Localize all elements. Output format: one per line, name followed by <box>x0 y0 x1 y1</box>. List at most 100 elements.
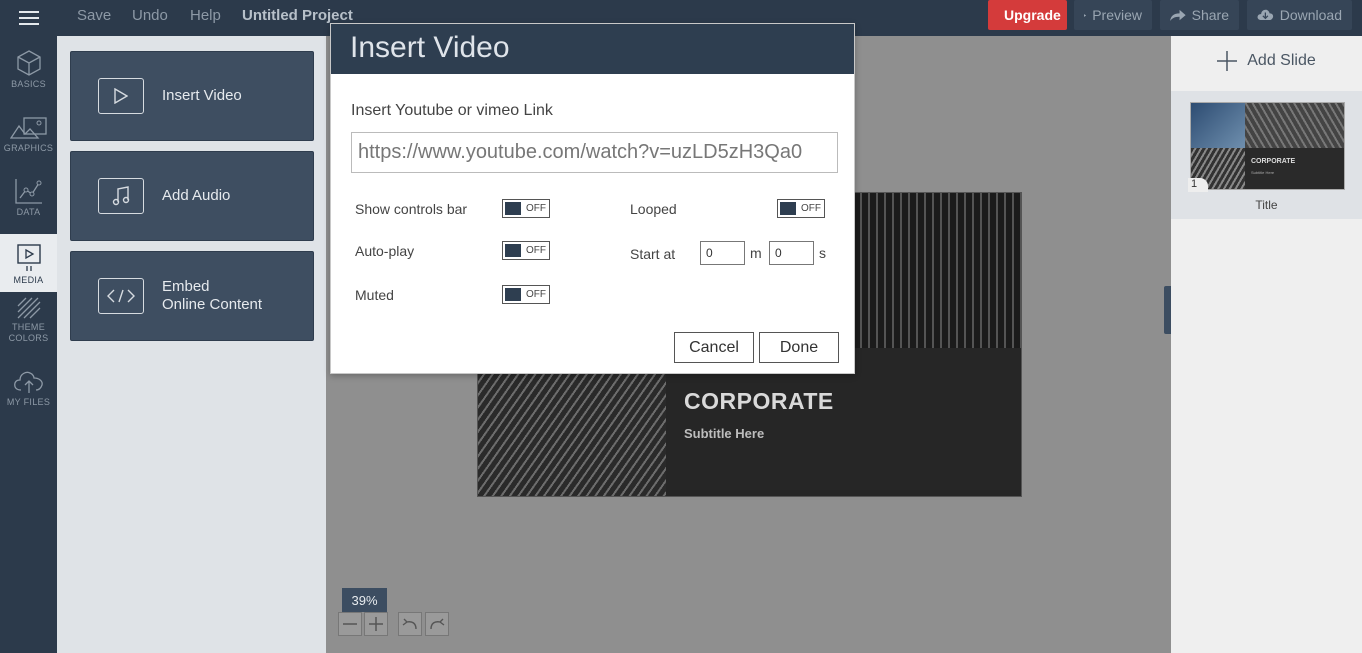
add-audio-card[interactable]: Add Audio <box>70 151 314 241</box>
play-small-icon <box>1084 13 1087 17</box>
toggle-knob <box>505 202 521 215</box>
embed-content-label: Embed Online Content <box>162 278 262 314</box>
add-audio-label: Add Audio <box>162 187 231 204</box>
share-button[interactable]: Share <box>1160 0 1239 30</box>
show-controls-toggle[interactable]: OFF <box>502 199 550 218</box>
upgrade-label: Upgrade <box>1004 7 1061 23</box>
help-link[interactable]: Help <box>190 7 221 24</box>
looped-toggle[interactable]: OFF <box>777 199 825 218</box>
minutes-unit: m <box>750 245 762 261</box>
looped-label: Looped <box>630 201 677 217</box>
redo-button[interactable] <box>425 612 449 636</box>
music-note-icon <box>98 178 144 214</box>
slides-panel: Add Slide CORPORATE Subtitle Here 1 Titl… <box>1171 36 1362 653</box>
media-panel: Insert Video Add Audio Embed Online Conte… <box>57 36 326 653</box>
zoom-out-button[interactable] <box>338 612 362 636</box>
video-url-input[interactable] <box>351 132 838 173</box>
done-button[interactable]: Done <box>759 332 839 363</box>
muted-label: Muted <box>355 287 394 303</box>
slide-subtitle[interactable]: Subtitle Here <box>684 426 764 441</box>
link-label: Insert Youtube or vimeo Link <box>351 102 553 119</box>
zoom-level: 39% <box>342 588 387 612</box>
rail-label-theme-line1: THEME <box>12 322 45 332</box>
rail-label-my-files: MY FILES <box>6 397 51 407</box>
autoplay-toggle[interactable]: OFF <box>502 241 550 260</box>
share-arrow-icon <box>1170 9 1186 21</box>
start-at-label: Start at <box>630 246 676 262</box>
play-icon <box>98 78 144 114</box>
toggle-state: OFF <box>801 203 821 214</box>
cloud-download-icon <box>1257 9 1274 21</box>
insert-video-dialog: Insert Video Insert Youtube or vimeo Lin… <box>330 23 855 374</box>
redo-icon <box>430 618 445 630</box>
download-button[interactable]: Download <box>1247 0 1352 30</box>
start-seconds-input[interactable] <box>769 241 814 265</box>
insert-video-card[interactable]: Insert Video <box>70 51 314 141</box>
rail-label-theme-line2: COLORS <box>8 333 49 343</box>
autoplay-label: Auto-play <box>355 243 415 259</box>
chart-icon <box>14 179 42 204</box>
save-link[interactable]: Save <box>77 7 111 24</box>
slide-number: 1 <box>1188 178 1208 192</box>
cube-icon <box>16 50 41 76</box>
rail-label-graphics: GRAPHICS <box>3 143 54 153</box>
toggle-knob <box>780 202 796 215</box>
hamburger-menu-button[interactable] <box>0 0 57 36</box>
image-icon <box>9 117 47 139</box>
toggle-state: OFF <box>526 245 546 256</box>
cloud-upload-icon <box>13 371 43 393</box>
embed-line2: Online Content <box>162 296 263 313</box>
code-icon <box>98 278 144 314</box>
toggle-knob <box>505 288 521 301</box>
thumb-title-panel <box>1245 148 1344 189</box>
rail-label-theme: THEME COLORS <box>9 322 49 344</box>
rail-label-basics: BASICS <box>11 79 46 89</box>
add-slide-label: Add Slide <box>1247 52 1316 69</box>
pattern-icon <box>17 297 40 319</box>
plus-icon <box>369 617 383 631</box>
project-title[interactable]: Untitled Project <box>242 7 353 24</box>
seconds-unit: s <box>819 245 826 261</box>
undo-link[interactable]: Undo <box>132 7 168 24</box>
add-slide-button[interactable]: Add Slide <box>1171 36 1362 86</box>
slide-thumbnail[interactable]: CORPORATE Subtitle Here <box>1190 102 1345 190</box>
rail-item-theme-colors[interactable]: THEME COLORS <box>0 292 57 350</box>
share-label: Share <box>1191 7 1229 23</box>
rail-item-my-files[interactable]: MY FILES <box>0 356 57 414</box>
thumb-subtitle: Subtitle Here <box>1251 170 1275 175</box>
toggle-knob <box>505 244 521 257</box>
start-minutes-input[interactable] <box>700 241 745 265</box>
minus-icon <box>343 623 357 625</box>
insert-video-label: Insert Video <box>162 87 242 104</box>
plus-icon <box>1217 51 1238 71</box>
rail-item-basics[interactable]: BASICS <box>0 38 57 96</box>
thumb-title: CORPORATE <box>1251 158 1296 165</box>
thumb-image-1 <box>1191 103 1245 148</box>
rail-label-data: DATA <box>16 207 41 217</box>
left-rail: BASICS GRAPHICS DATA MEDIA THEME COLORS M… <box>0 36 57 653</box>
dialog-header: Insert Video <box>331 24 854 74</box>
muted-toggle[interactable]: OFF <box>502 285 550 304</box>
slide-title[interactable]: CORPORATE <box>684 388 834 415</box>
upgrade-button[interactable]: Upgrade <box>988 0 1067 30</box>
embed-content-card[interactable]: Embed Online Content <box>70 251 314 341</box>
rail-item-data[interactable]: DATA <box>0 166 57 224</box>
undo-button[interactable] <box>398 612 422 636</box>
toggle-state: OFF <box>526 203 546 214</box>
hamburger-icon <box>18 17 39 19</box>
preview-label: Preview <box>1092 7 1142 23</box>
dialog-title: Insert Video <box>350 31 510 64</box>
rail-item-graphics[interactable]: GRAPHICS <box>0 102 57 160</box>
cancel-button[interactable]: Cancel <box>674 332 754 363</box>
toggle-state: OFF <box>526 289 546 300</box>
rail-item-media[interactable]: MEDIA <box>0 234 57 292</box>
embed-line1: Embed <box>162 278 210 295</box>
zoom-in-button[interactable] <box>364 612 388 636</box>
slide-label: Title <box>1255 198 1278 212</box>
show-controls-label: Show controls bar <box>355 201 468 217</box>
thumb-image-2 <box>1245 103 1344 148</box>
undo-icon <box>402 618 417 630</box>
preview-button[interactable]: Preview <box>1074 0 1152 30</box>
rail-label-media: MEDIA <box>13 275 44 285</box>
slide-thumbnail-item[interactable]: CORPORATE Subtitle Here 1 Title <box>1171 91 1362 219</box>
